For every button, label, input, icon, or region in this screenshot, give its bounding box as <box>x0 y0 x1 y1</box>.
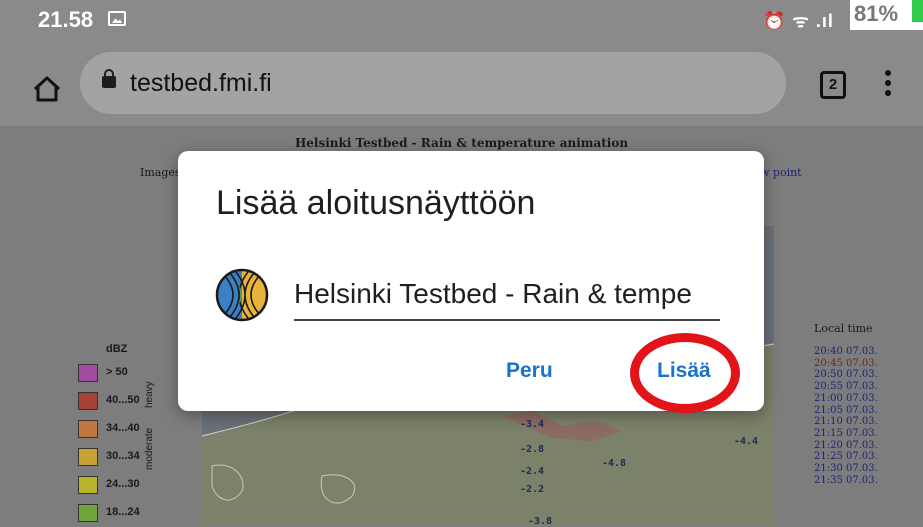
address-bar[interactable]: testbed.fmi.fi <box>80 52 786 114</box>
browser-toolbar: testbed.fmi.fi 2 <box>0 40 923 126</box>
shortcut-name-input[interactable] <box>294 269 720 321</box>
home-icon[interactable] <box>32 76 62 102</box>
time-link[interactable]: 21:30 07.03. <box>814 463 878 474</box>
legend-item: 30...34 <box>78 448 198 468</box>
legend-label: 40...50 <box>106 394 140 406</box>
highlight-annotation <box>630 333 740 413</box>
local-time-header: Local time <box>814 322 873 335</box>
time-link[interactable]: 21:35 07.03. <box>814 475 878 486</box>
map-temp-label: -4.8 <box>602 458 627 469</box>
legend-label: 18...24 <box>106 506 140 518</box>
map-temp-label: -4.4 <box>734 436 759 447</box>
site-logo-icon <box>215 268 269 322</box>
time-link[interactable]: 20:55 07.03. <box>814 381 878 392</box>
map-temp-label: -2.8 <box>520 444 545 455</box>
legend-moderate-label: moderate <box>144 427 155 470</box>
status-icons: ⏰ ᯤ .ıl <box>763 11 834 31</box>
time-link[interactable]: 21:05 07.03. <box>814 405 878 416</box>
page-title: Helsinki Testbed - Rain & temperature an… <box>294 136 629 150</box>
legend-item: 34...40 <box>78 420 198 440</box>
map-temp-label: -2.4 <box>520 466 545 477</box>
legend-item: 18...24 <box>78 504 198 524</box>
tab-switcher-button[interactable]: 2 <box>820 71 846 99</box>
legend-swatch <box>78 448 98 466</box>
viewpoint-link[interactable]: w point <box>760 166 802 179</box>
legend-label: > 50 <box>106 366 128 378</box>
image-notification-icon <box>108 11 126 26</box>
time-link[interactable]: 20:40 07.03. <box>814 346 878 357</box>
status-bar: 21.58 ⏰ ᯤ .ıl 81% <box>0 0 923 40</box>
map-temp-label: -3.4 <box>520 419 545 430</box>
legend-label: 34...40 <box>106 422 140 434</box>
url-text: testbed.fmi.fi <box>130 69 272 97</box>
time-link[interactable]: 20:45 07.03. <box>814 358 878 369</box>
battery-charging-icon <box>912 0 923 22</box>
legend-swatch <box>78 420 98 438</box>
images-label: Images <box>140 166 181 179</box>
status-time: 21.58 <box>38 7 94 32</box>
legend-swatch <box>78 504 98 522</box>
time-link[interactable]: 21:00 07.03. <box>814 393 878 404</box>
time-link[interactable]: 21:10 07.03. <box>814 416 878 427</box>
legend-heavy-label: heavy <box>144 381 155 408</box>
time-link[interactable]: 20:50 07.03. <box>814 369 878 380</box>
battery-percent: 81% <box>854 1 899 26</box>
legend-item: 24...30 <box>78 476 198 496</box>
time-link[interactable]: 21:20 07.03. <box>814 440 878 451</box>
lock-icon <box>102 69 116 88</box>
legend-swatch <box>78 476 98 494</box>
legend-swatch <box>78 364 98 382</box>
cancel-button[interactable]: Peru <box>506 359 553 383</box>
map-temp-label: -2.2 <box>520 484 545 495</box>
legend-title: dBZ <box>106 343 128 355</box>
overflow-menu-icon[interactable] <box>885 70 891 100</box>
map-temp-label: -3.8 <box>528 516 553 527</box>
dialog-title: Lisää aloitusnäyttöön <box>216 184 536 222</box>
time-link[interactable]: 21:15 07.03. <box>814 428 878 439</box>
time-link[interactable]: 21:25 07.03. <box>814 451 878 462</box>
legend-label: 30...34 <box>106 450 140 462</box>
legend-label: 24...30 <box>106 478 140 490</box>
legend-swatch <box>78 392 98 410</box>
